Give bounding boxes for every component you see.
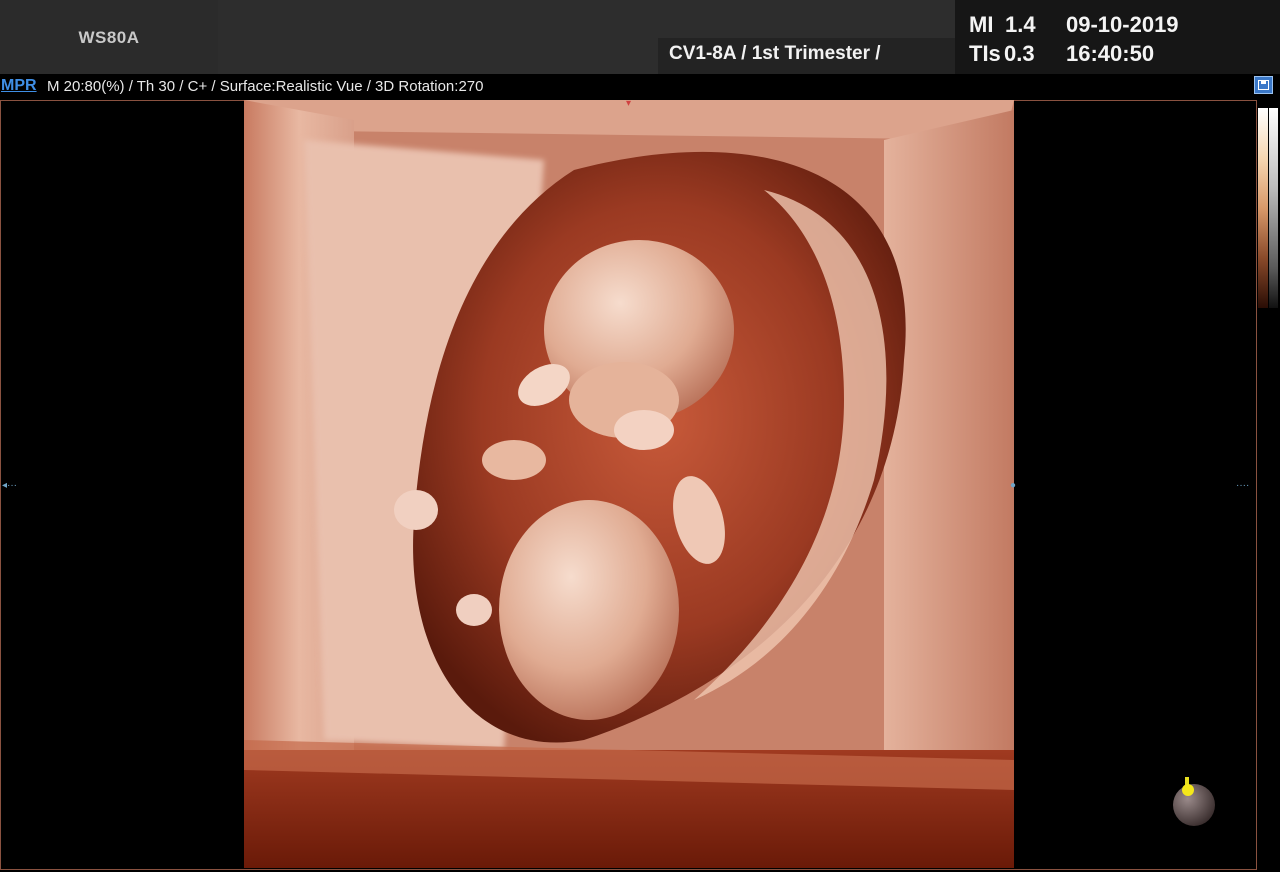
header-bar: WS80A CV1-8A / 1st Trimester / MI 1.4 TI… bbox=[0, 0, 1280, 74]
left-edge-marker: ◂··· bbox=[2, 480, 18, 491]
probe-preset: CV1-8A / 1st Trimester / bbox=[669, 43, 881, 64]
exam-date: 09-10-2019 bbox=[1066, 12, 1179, 37]
3d-render-volume[interactable] bbox=[244, 100, 1014, 868]
right-edge-marker: ···· bbox=[1236, 480, 1250, 491]
mi-value: 1.4 bbox=[1005, 12, 1036, 37]
surface-colormap-bar bbox=[1258, 108, 1268, 308]
save-button[interactable] bbox=[1254, 76, 1273, 94]
render-parameters: M 20:80(%) / Th 30 / C+ / Surface:Realis… bbox=[47, 78, 484, 95]
top-center-marker: ▾ bbox=[626, 98, 632, 109]
grayscale-bar bbox=[1269, 108, 1278, 308]
device-model: WS80A bbox=[78, 28, 140, 47]
mpr-mode-link[interactable]: MPR bbox=[1, 77, 37, 95]
exam-time: 16:40:50 bbox=[1066, 41, 1155, 66]
tis-label: TIs bbox=[969, 41, 1001, 66]
mi-label: MI bbox=[969, 12, 994, 37]
tis-value: 0.3 bbox=[1004, 41, 1035, 66]
fetal-surface-render bbox=[244, 100, 1014, 868]
status-line: MPR M 20:80(%) / Th 30 / C+ / Surface:Re… bbox=[0, 75, 1280, 97]
device-panel: WS80A bbox=[0, 0, 218, 74]
volume-edge-marker: ● bbox=[1010, 480, 1017, 491]
orientation-marker-icon[interactable] bbox=[1170, 774, 1218, 828]
